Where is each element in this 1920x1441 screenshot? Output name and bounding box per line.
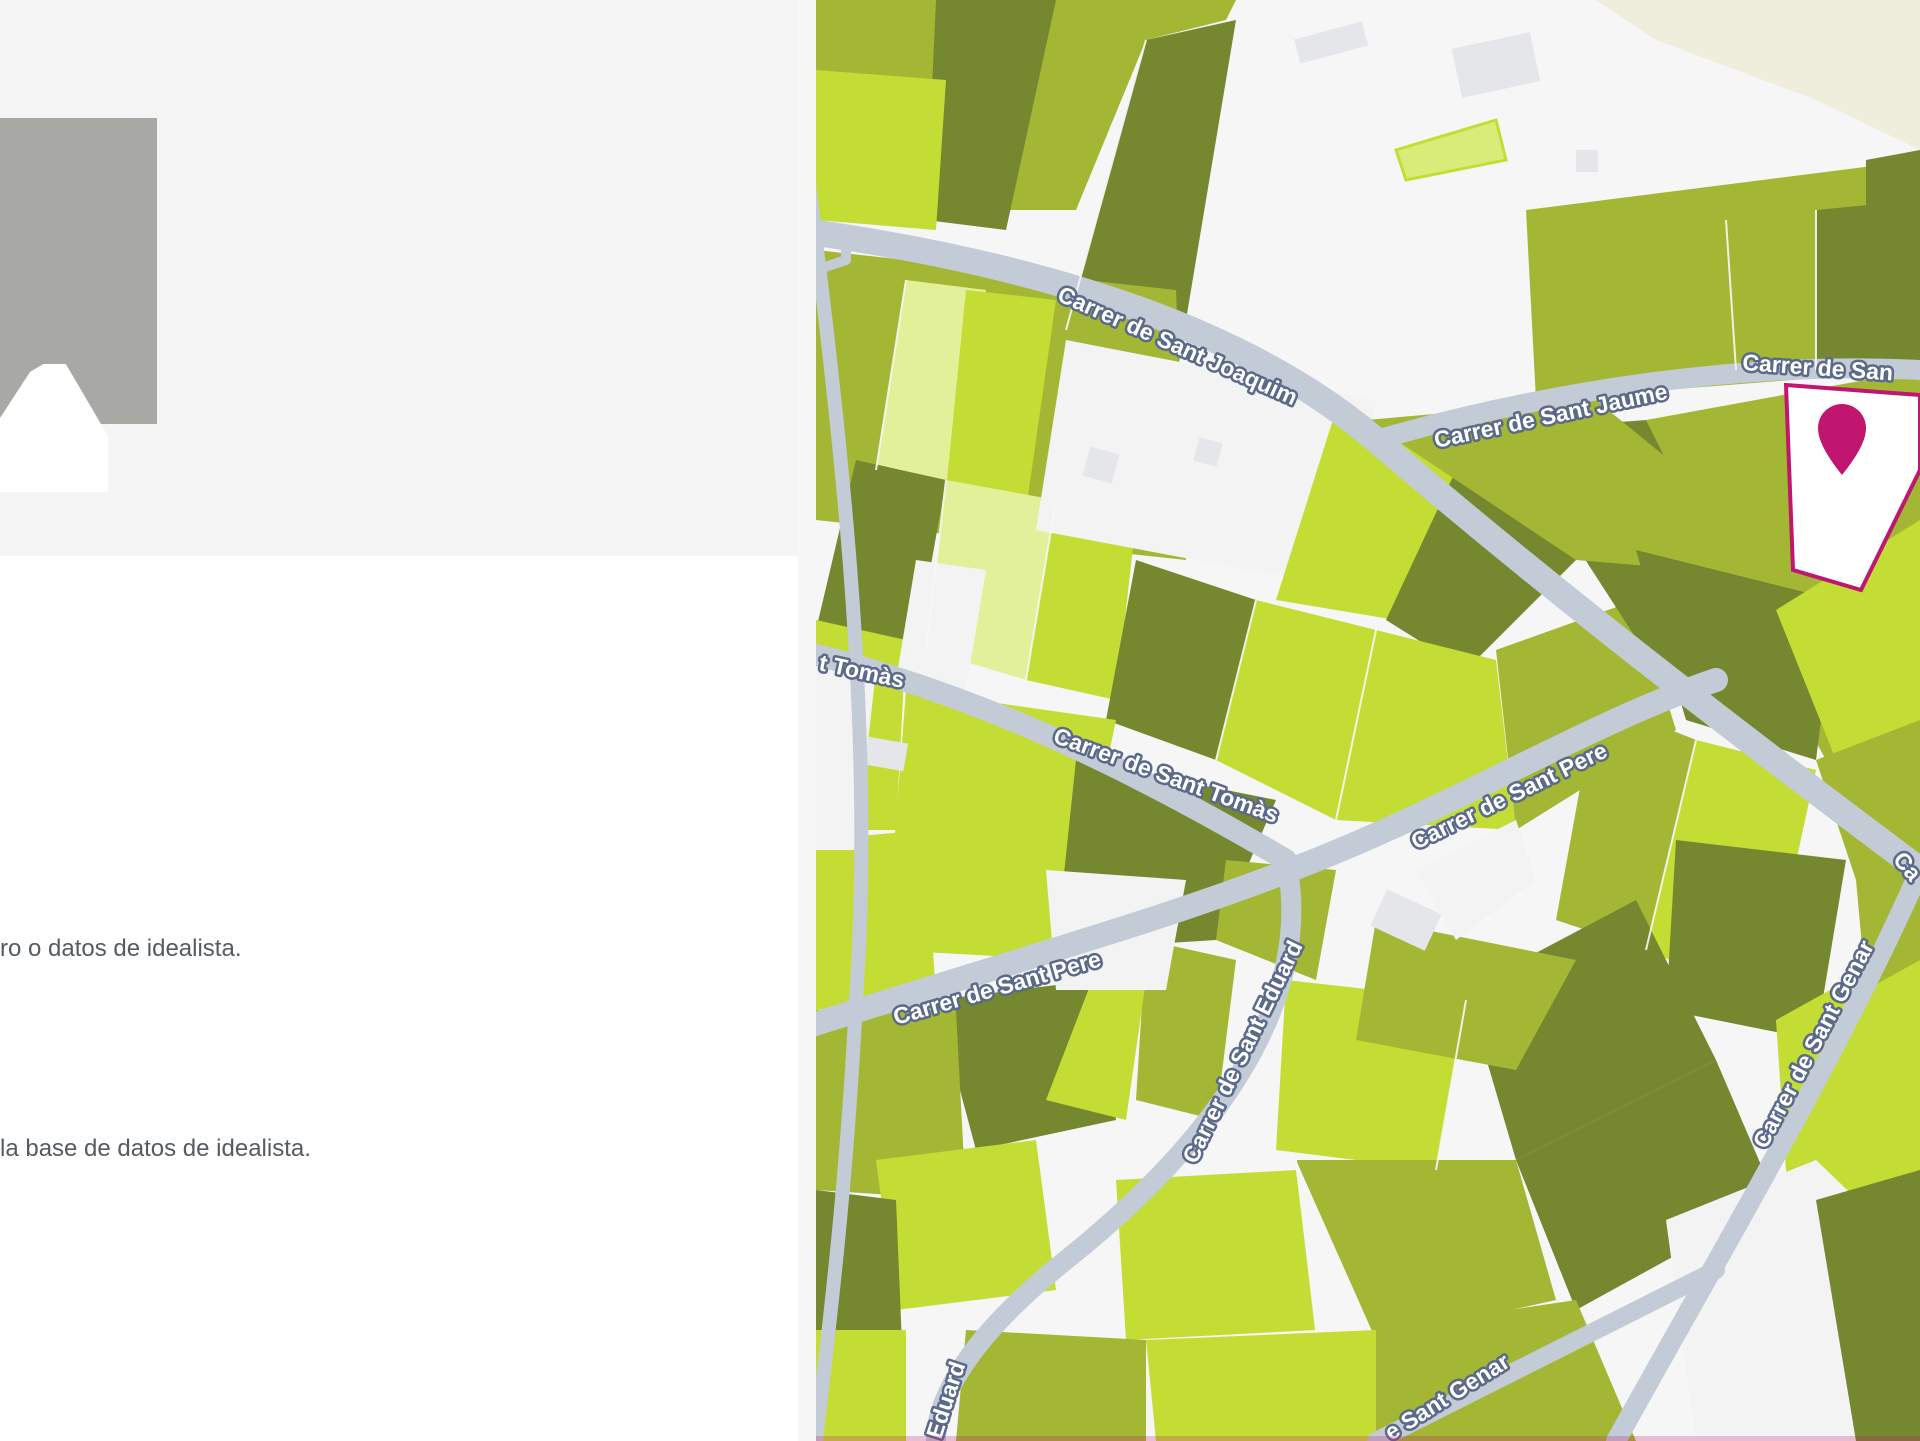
placeholder-image <box>0 118 157 492</box>
map-bottom-edge <box>816 1436 1920 1441</box>
map-view[interactable]: Carrer de Sant Joaquim Carrer de Sant Ja… <box>816 0 1920 1441</box>
listing-title: l <box>0 608 3 668</box>
info-text-1: ro o datos de idealista. <box>0 935 242 962</box>
photo-placeholder <box>0 0 800 556</box>
house-icon <box>0 364 108 492</box>
listing-panel: l ro o datos de idealista. la base de da… <box>0 0 800 1441</box>
map-canvas[interactable]: Carrer de Sant Joaquim Carrer de Sant Ja… <box>816 0 1920 1441</box>
info-text-2: la base de datos de idealista. <box>0 1135 311 1162</box>
panel-divider <box>798 0 816 1441</box>
